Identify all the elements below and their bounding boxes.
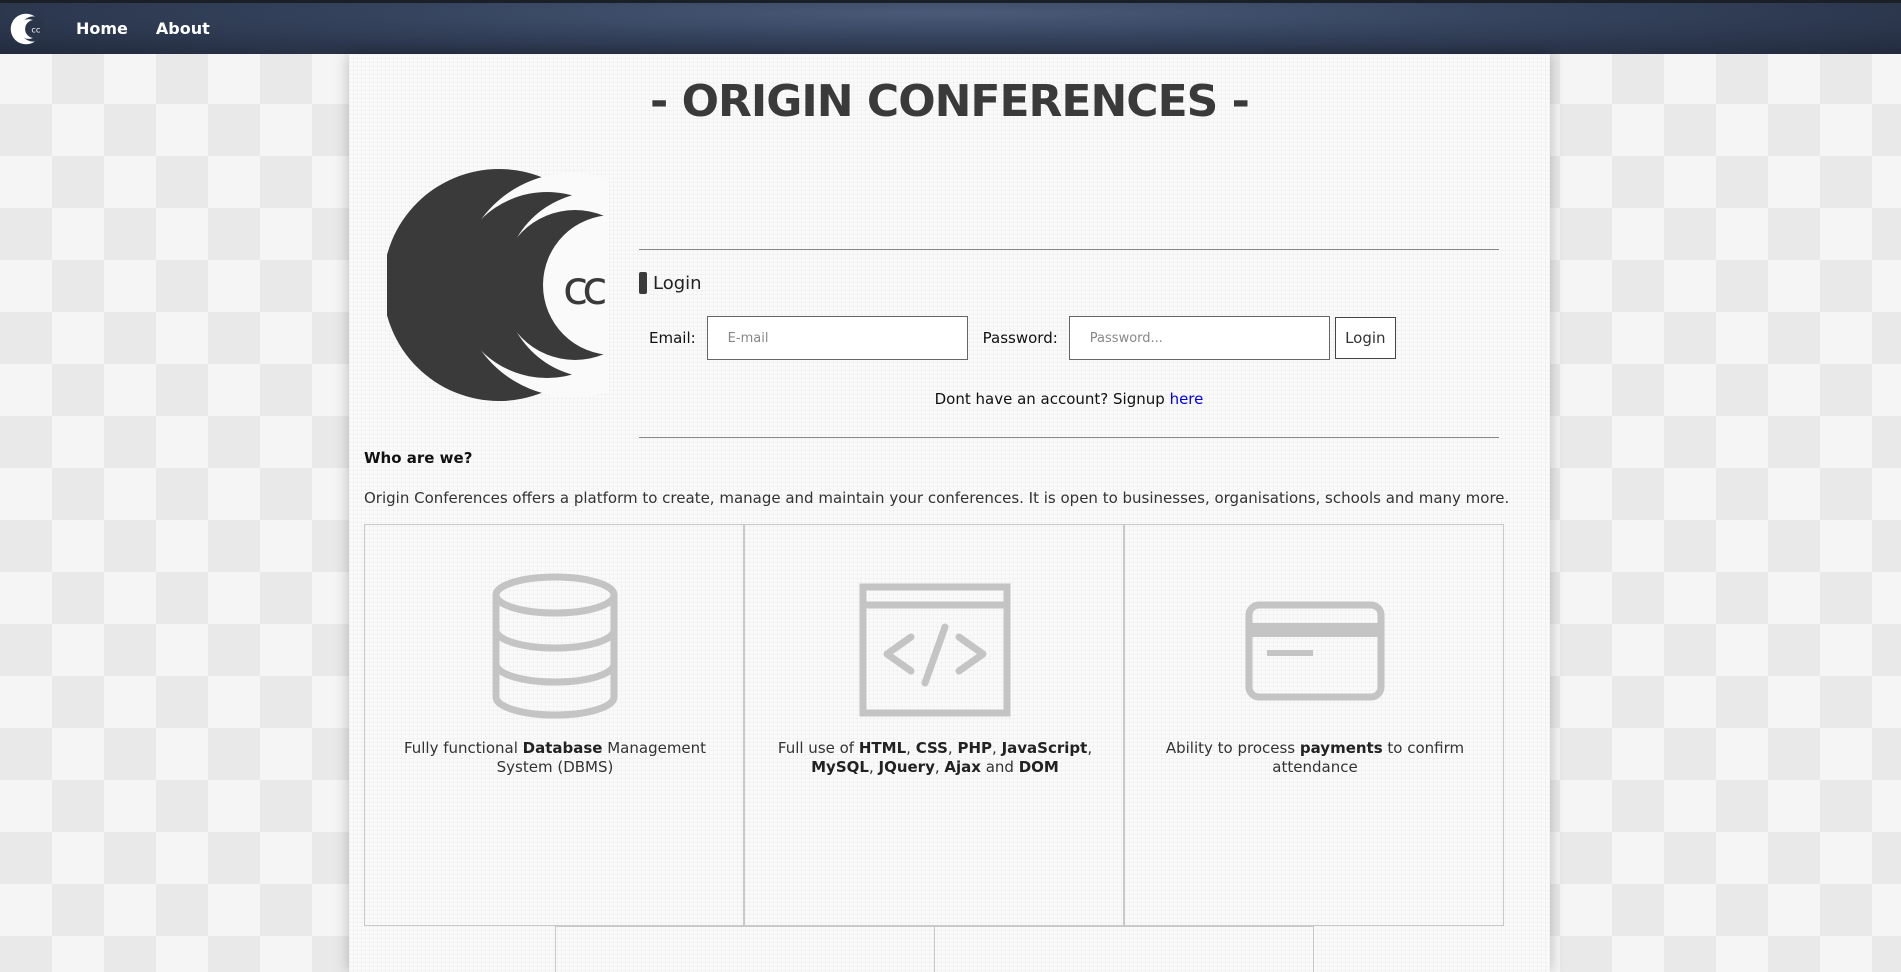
login-button[interactable]: Login <box>1334 317 1396 359</box>
signup-text: Dont have an account? Signup <box>934 390 1170 408</box>
divider-top <box>639 249 1499 250</box>
credit-card-icon <box>1245 601 1385 701</box>
email-field[interactable] <box>706 316 968 360</box>
feature-text-technologies: Full use of HTML, CSS, PHP, JavaScript, … <box>777 739 1093 776</box>
feature-card-database: Fully functional Database Management Sys… <box>364 524 744 926</box>
feature-card-row2-right <box>934 926 1314 972</box>
password-field[interactable] <box>1068 316 1330 360</box>
svg-text:cc: cc <box>31 24 40 34</box>
nav-home-link[interactable]: Home <box>76 19 128 38</box>
origin-conferences-logo-icon: cc <box>387 169 609 401</box>
database-icon <box>492 573 618 719</box>
heading-marker <box>639 272 647 294</box>
about-text: Origin Conferences offers a platform to … <box>364 489 1510 507</box>
feature-text-payments: Ability to process payments to confirm a… <box>1165 739 1465 776</box>
feature-text-database: Fully functional Database Management Sys… <box>403 739 707 776</box>
feature-card-technologies: Full use of HTML, CSS, PHP, JavaScript, … <box>744 524 1124 926</box>
email-label: Email: <box>649 329 696 347</box>
signup-link[interactable]: here <box>1170 390 1204 408</box>
signup-prompt: Dont have an account? Signup here <box>639 390 1499 408</box>
main-panel: - ORIGIN CONFERENCES - cc Login Email: P… <box>349 54 1550 972</box>
nav-about-link[interactable]: About <box>156 19 210 38</box>
site-logo-icon[interactable]: cc <box>8 11 44 47</box>
svg-text:cc: cc <box>563 261 605 315</box>
feature-card-payments: Ability to process payments to confirm a… <box>1124 524 1504 926</box>
top-navbar: cc Home About <box>0 0 1901 54</box>
login-heading-label: Login <box>653 272 702 294</box>
code-window-icon <box>859 583 1011 717</box>
page-title: - ORIGIN CONFERENCES - <box>650 76 1250 127</box>
login-section: Login Email: Password: Login Dont have a… <box>639 195 1499 438</box>
password-label: Password: <box>982 329 1058 347</box>
divider-bottom <box>639 437 1499 438</box>
login-form: Email: Password: Login <box>649 316 1396 360</box>
login-heading: Login <box>639 272 702 294</box>
about-heading: Who are we? <box>364 449 473 467</box>
feature-card-row2-left <box>555 926 935 972</box>
